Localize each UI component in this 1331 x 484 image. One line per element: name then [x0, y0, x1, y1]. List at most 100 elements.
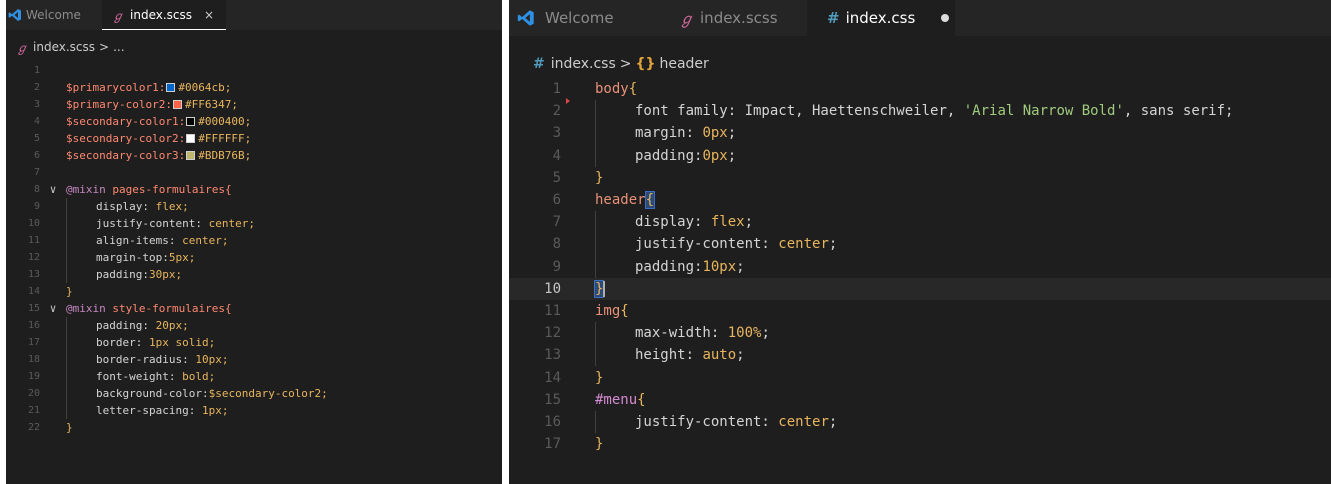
closing-brace: } — [66, 285, 73, 298]
line-number: 2 — [552, 103, 561, 120]
css-property: background-color: — [96, 387, 209, 400]
code-line: 2 $primarycolor1: #0064cb; — [6, 79, 502, 96]
semicolon: ; — [727, 125, 737, 142]
css-property: margin-top: — [96, 251, 169, 264]
semicolon: ; — [828, 413, 838, 430]
css-property: padding: — [635, 147, 703, 164]
code-line: 13 padding: 30px; — [6, 266, 502, 283]
closing-brace: } — [595, 369, 604, 386]
line-number: 7 — [33, 167, 40, 178]
code-line: 3 margin: 0px; — [509, 122, 1331, 145]
code-line: 5 $secondary-color2: #FFFFFF; — [6, 130, 502, 147]
close-tab-button[interactable]: × — [204, 8, 214, 22]
color-swatch[interactable] — [172, 100, 182, 109]
at-rule-keyword: @mixin — [66, 183, 106, 196]
vscode-logo-icon — [509, 0, 543, 36]
code-line: 16 padding: 20px; — [6, 317, 502, 334]
tab-index-scss[interactable]: ℊ index.scss — [653, 0, 807, 36]
color-swatch[interactable] — [166, 83, 176, 92]
css-selector: body — [595, 81, 629, 98]
tab-index-scss[interactable]: ℊ index.scss × — [102, 0, 227, 30]
code-line: 9 display: flex; — [6, 198, 502, 215]
scss-variable: $secondary-color1: — [66, 115, 186, 128]
line-number: 20 — [27, 388, 40, 399]
css-property: justify-content: — [635, 236, 779, 253]
code-line: 14} — [6, 283, 502, 300]
code-line: 6 $secondary-color3: #BDB76B; — [6, 147, 502, 164]
css-value: 5px; — [168, 251, 196, 264]
css-selector: img — [595, 302, 621, 319]
css-property: margin: — [635, 125, 703, 142]
tab-index-css[interactable]: # index.css — [807, 0, 955, 36]
css-value: 0px — [702, 125, 728, 142]
css-value: 20px; — [155, 319, 189, 332]
line-number: 16 — [27, 320, 40, 331]
code-line: 20 background-color: $secondary-color2; — [6, 385, 502, 402]
unsaved-dot-icon[interactable] — [941, 14, 950, 22]
css-value: 10px; — [195, 353, 229, 366]
color-value: #000400; — [198, 115, 252, 128]
css-property: font-weight: — [96, 370, 183, 383]
line-number: 10 — [544, 280, 561, 297]
line-number: 11 — [27, 235, 40, 246]
css-value: flex — [710, 214, 745, 231]
line-number: 3 — [552, 125, 561, 142]
line-number: 13 — [544, 347, 561, 364]
tab-index-scss-label: index.scss — [130, 8, 193, 22]
code-line: 1 — [6, 62, 502, 79]
line-number: 5 — [552, 169, 561, 186]
semicolon: ; — [727, 147, 737, 164]
css-value: auto — [702, 347, 737, 364]
closing-brace: } — [595, 169, 604, 186]
scss-editor-pane: Welcome ℊ index.scss × ℊ index.scss > ..… — [6, 0, 502, 484]
css-value: center — [778, 236, 829, 253]
css-property: justify-content: — [635, 413, 779, 430]
semicolon: ; — [736, 347, 745, 364]
breadcrumb-symbol[interactable]: header — [659, 56, 708, 72]
fold-chevron-icon[interactable]: ∨ — [40, 183, 66, 196]
css-value: 1px; — [201, 404, 229, 417]
vscode-logo-icon — [6, 0, 24, 30]
mixin-name: pages-formulaires{ — [105, 183, 232, 196]
code-line: 19 font-weight: bold; — [6, 368, 502, 385]
line-number: 14 — [544, 369, 561, 386]
code-line: 5} — [509, 167, 1331, 189]
code-line: 14} — [509, 366, 1331, 388]
breadcrumb-file[interactable]: index.css — [551, 56, 616, 72]
scss-variable: $primarycolor1: — [66, 81, 166, 94]
css-code-area[interactable]: 1 body{ 2 font family: Impact, Haettenschw… — [509, 78, 1331, 455]
tab-welcome[interactable]: Welcome — [24, 0, 102, 30]
code-line: 12 max-width: 100%; — [509, 322, 1331, 345]
color-value: #FFFFFF; — [198, 132, 252, 145]
semicolon: ; — [736, 258, 745, 275]
breadcrumb-file[interactable]: index.scss — [33, 40, 95, 54]
color-swatch[interactable] — [186, 151, 196, 160]
line-number: 6 — [552, 192, 561, 209]
color-swatch[interactable] — [186, 117, 196, 126]
sass-file-icon: ℊ — [112, 8, 125, 23]
line-number: 21 — [27, 405, 40, 416]
sass-file-icon: ℊ — [679, 9, 695, 28]
css-value: center; — [208, 217, 255, 230]
tab-index-scss-label: index.scss — [700, 9, 778, 27]
breadcrumb-rest[interactable]: ... — [113, 40, 124, 54]
scss-variable: $primary-color2: — [66, 98, 172, 111]
code-line: 17 border: 1px solid; — [6, 334, 502, 351]
color-value: #FF6347; — [184, 98, 238, 111]
current-code-line: 10} — [509, 277, 1331, 300]
breadcrumb: ℊ index.scss > ... — [6, 38, 502, 56]
fold-chevron-icon[interactable]: ∨ — [40, 302, 66, 315]
line-number: 11 — [544, 302, 561, 319]
line-number: 4 — [552, 147, 561, 164]
line-number: 1 — [33, 65, 40, 76]
scss-code-area[interactable]: 1 2 $primarycolor1: #0064cb; 3 $primary-col… — [6, 62, 502, 436]
color-swatch[interactable] — [186, 134, 196, 143]
css-property: max-width: — [635, 325, 728, 342]
tab-index-css-label: index.css — [845, 9, 916, 27]
css-value: Impact, Haettenschweiler, — [744, 103, 964, 120]
css-property: font family: — [635, 103, 745, 120]
code-line: 11 img{ — [509, 300, 1331, 322]
breadcrumb-separator: > — [619, 56, 632, 72]
semicolon: ; — [828, 236, 838, 253]
tab-welcome[interactable]: Welcome — [543, 0, 653, 36]
